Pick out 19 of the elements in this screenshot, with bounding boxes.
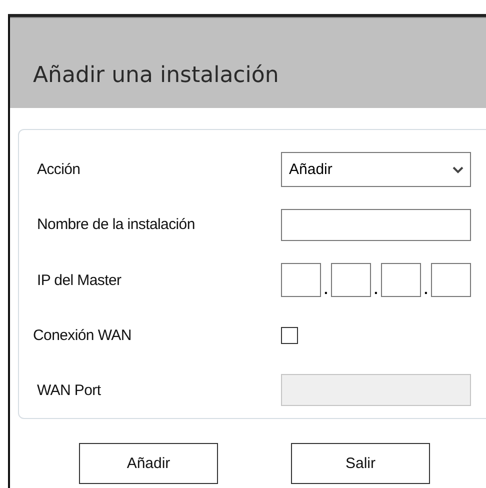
ip-octet-field[interactable] — [431, 263, 471, 297]
checkbox[interactable] — [281, 326, 298, 344]
field-label: IP del Master — [36, 272, 122, 288]
action-dropdown[interactable]: Añadir — [281, 152, 471, 188]
field-label: WAN Port — [36, 382, 102, 399]
ip-octet-field[interactable] — [331, 263, 371, 297]
add-button[interactable]: Añadir — [79, 443, 218, 484]
field-label: Nombre de la instalación — [36, 216, 196, 234]
field-label: Conexión WAN — [32, 326, 132, 344]
ip-separator: . — [423, 283, 429, 297]
text-field[interactable] — [281, 208, 471, 241]
field-label: Acción — [36, 161, 82, 178]
ip-octet-field[interactable] — [381, 263, 421, 297]
ip-separator: . — [323, 283, 329, 297]
ip-octet-field[interactable] — [281, 263, 321, 297]
ip-separator: . — [373, 283, 379, 297]
window-title: Añadir una instalación — [33, 63, 279, 88]
chevron-down-icon — [452, 166, 464, 174]
exit-button[interactable]: Salir — [291, 443, 430, 484]
